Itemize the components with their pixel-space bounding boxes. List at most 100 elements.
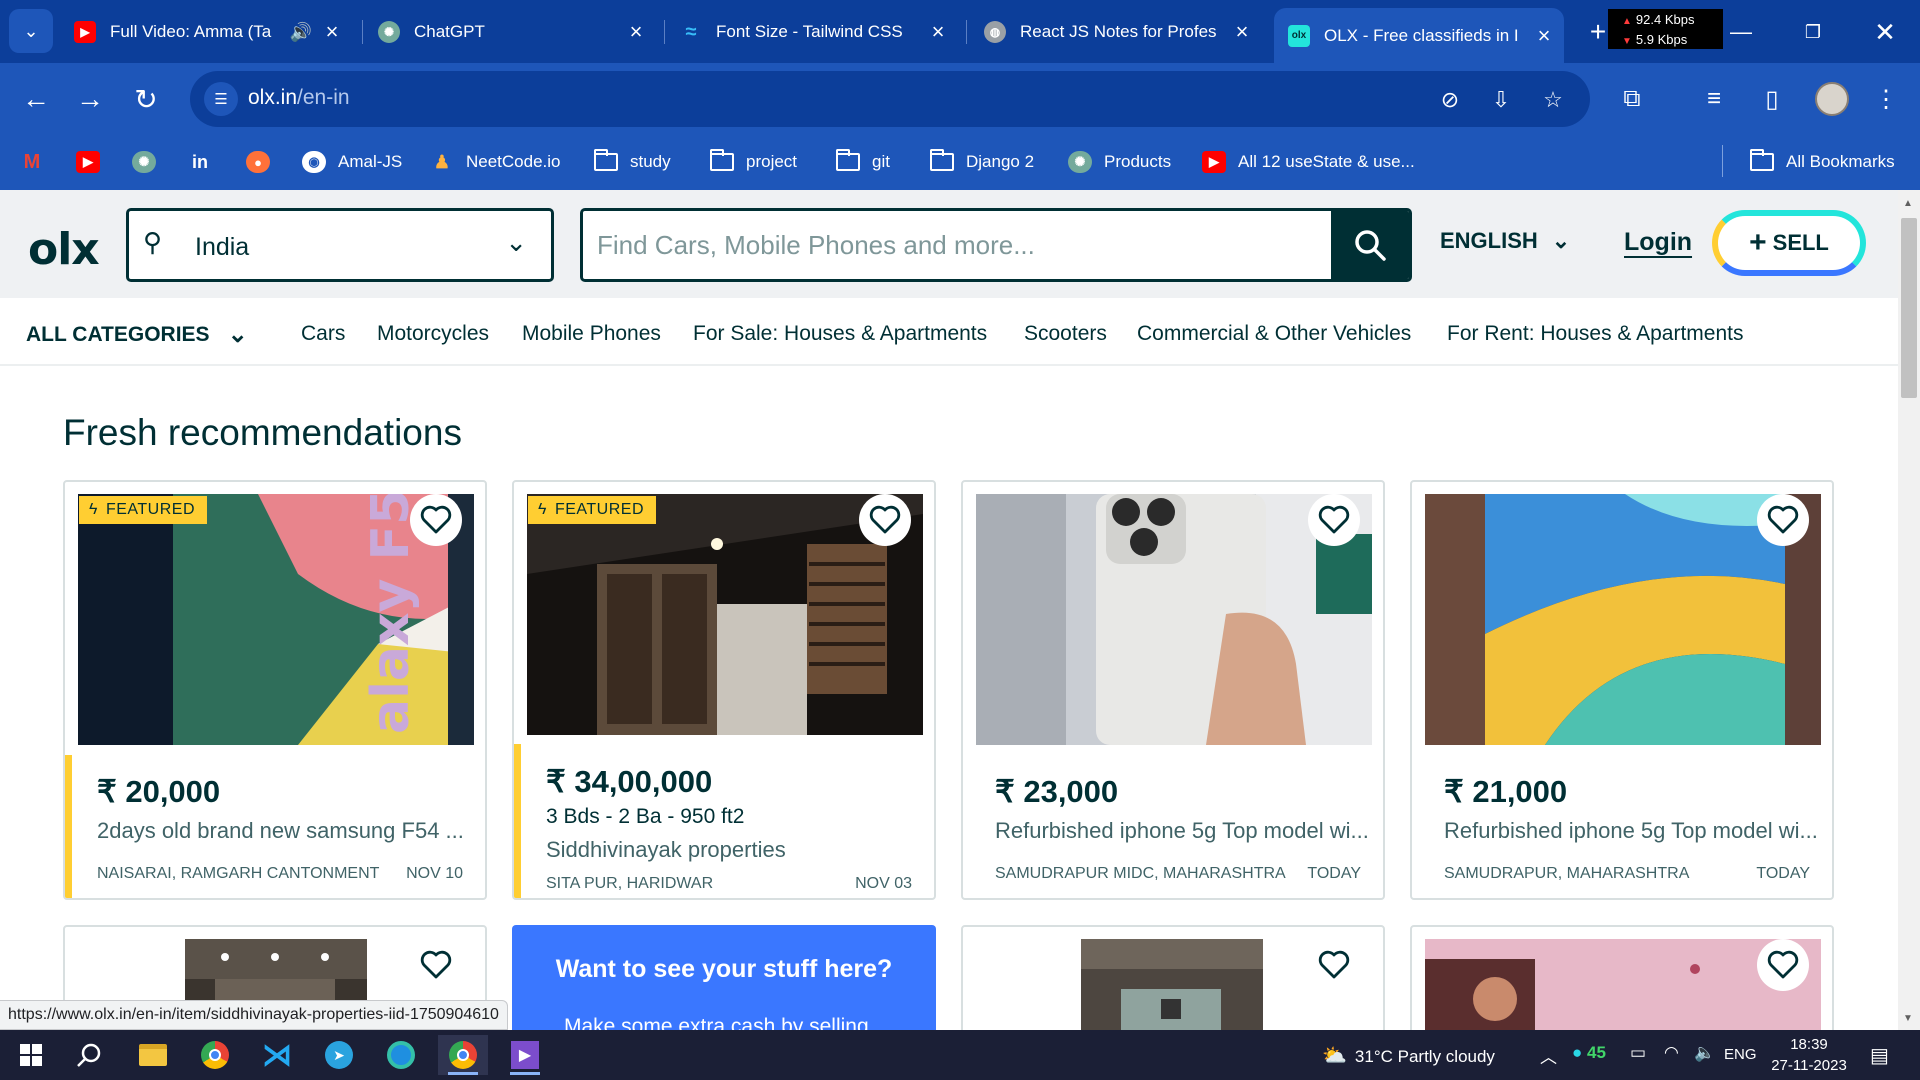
favorite-button[interactable] bbox=[859, 494, 911, 546]
bookmark-folder-project[interactable]: project bbox=[710, 145, 797, 179]
tray-app-indicator[interactable]: ● 45 bbox=[1572, 1043, 1606, 1063]
bookmark-star-icon[interactable]: ☆ bbox=[1538, 85, 1568, 115]
close-icon[interactable]: × bbox=[1230, 19, 1254, 45]
bookmark-folder-django[interactable]: Django 2 bbox=[930, 145, 1034, 179]
bookmark-youtube[interactable]: ▶ bbox=[76, 145, 112, 179]
profile-avatar[interactable] bbox=[1815, 82, 1849, 116]
page-scrollbar[interactable]: ▲ ▼ bbox=[1898, 190, 1920, 1030]
listing-specs: 3 Bds - 2 Ba - 950 ft2 bbox=[546, 805, 745, 828]
back-button[interactable]: ← bbox=[14, 77, 58, 121]
minimize-button[interactable]: — bbox=[1716, 10, 1766, 54]
volume-icon[interactable]: 🔈 bbox=[1694, 1043, 1715, 1063]
favorite-button[interactable] bbox=[1757, 494, 1809, 546]
file-explorer-app[interactable] bbox=[128, 1035, 178, 1075]
bookmark-neetcode[interactable]: ♟ NeetCode.io bbox=[430, 145, 561, 179]
heart-icon bbox=[1767, 505, 1799, 534]
battery-icon[interactable]: ▭ bbox=[1630, 1043, 1646, 1063]
notifications-icon[interactable]: ▤ bbox=[1870, 1043, 1889, 1068]
scroll-down-arrow-icon[interactable]: ▼ bbox=[1903, 1013, 1913, 1024]
forward-button[interactable]: → bbox=[68, 77, 112, 121]
listing-card[interactable] bbox=[961, 925, 1385, 1030]
category-link[interactable]: Mobile Phones bbox=[522, 322, 661, 346]
speaker-icon[interactable]: 🔊 bbox=[290, 22, 312, 43]
tab-tailwind[interactable]: ≈ Font Size - Tailwind CSS × bbox=[680, 10, 950, 54]
tab-olx[interactable]: olx OLX - Free classifieds in I × bbox=[1274, 8, 1564, 63]
input-language[interactable]: ENG bbox=[1724, 1046, 1757, 1063]
bookmark-linkedin[interactable]: in bbox=[188, 145, 224, 179]
tracking-protection-icon[interactable]: ⊘ bbox=[1435, 85, 1465, 115]
restore-button[interactable]: ❐ bbox=[1788, 10, 1838, 54]
show-hidden-icons-button[interactable]: ︿ bbox=[1540, 1043, 1557, 1068]
menu-kebab-icon[interactable]: ⋮ bbox=[1864, 77, 1908, 121]
bookmark-gmail[interactable]: M bbox=[20, 145, 56, 179]
listing-card[interactable]: ϟ FEATURED ₹ 34,00,000 3 Bds - 2 Ba - 950… bbox=[512, 480, 936, 900]
all-categories-dropdown[interactable]: ALL CATEGORIES ⌄ bbox=[26, 320, 248, 349]
sell-button[interactable]: + SELL bbox=[1712, 210, 1866, 276]
chrome-profile-app[interactable] bbox=[438, 1035, 488, 1075]
category-link[interactable]: Commercial & Other Vehicles bbox=[1137, 322, 1411, 346]
bookmark-folder-study[interactable]: study bbox=[594, 145, 671, 179]
lightning-icon: ϟ bbox=[89, 501, 98, 518]
close-icon[interactable]: × bbox=[926, 19, 950, 45]
taskbar-search-button[interactable] bbox=[64, 1035, 114, 1075]
url-text[interactable]: olx.in/en-in bbox=[248, 86, 350, 110]
start-button[interactable] bbox=[6, 1035, 56, 1075]
extensions-icon[interactable]: ⧉ bbox=[1610, 77, 1654, 121]
side-panel-icon[interactable]: ▯ bbox=[1750, 77, 1794, 121]
circle-status-icon: ● bbox=[1572, 1043, 1583, 1062]
favorite-button[interactable] bbox=[410, 939, 462, 991]
listing-card[interactable] bbox=[1410, 925, 1834, 1030]
search-input[interactable] bbox=[583, 211, 1333, 279]
scroll-up-arrow-icon[interactable]: ▲ bbox=[1903, 198, 1913, 209]
address-bar[interactable]: ☰ olx.in/en-in ⊘ ⇩ ☆ bbox=[190, 71, 1590, 127]
media-controls-icon[interactable]: ≡ bbox=[1692, 77, 1736, 121]
windows-taskbar: ⋊ ➤ ▶ ⛅ 31°C Partly cloudy ︿ ● 45 ▭ ◠ 🔈 E… bbox=[0, 1030, 1920, 1080]
tab-youtube-amma[interactable]: ▶ Full Video: Amma (Ta 🔊 × bbox=[74, 10, 344, 54]
chrome-app[interactable] bbox=[190, 1035, 240, 1075]
bookmark-amal-js[interactable]: ◉ Amal-JS bbox=[302, 145, 402, 179]
category-link[interactable]: For Sale: Houses & Apartments bbox=[693, 322, 987, 346]
bookmark-chatgpt[interactable]: ✺ bbox=[132, 145, 168, 179]
scrollbar-thumb[interactable] bbox=[1901, 218, 1917, 398]
favorite-button[interactable] bbox=[410, 494, 462, 546]
tab-chatgpt[interactable]: ✺ ChatGPT × bbox=[378, 10, 648, 54]
promo-banner[interactable]: Want to see your stuff here? Make some e… bbox=[512, 925, 936, 1030]
bookmark-usestate-video[interactable]: ▶ All 12 useState & use... bbox=[1202, 145, 1415, 179]
location-selector[interactable]: ⚲ India ⌄ bbox=[126, 208, 554, 282]
listing-card[interactable]: ₹ 21,000 Refurbished iphone 5g Top model… bbox=[1410, 480, 1834, 900]
weather-widget[interactable]: ⛅ 31°C Partly cloudy bbox=[1322, 1043, 1495, 1068]
close-icon[interactable]: × bbox=[624, 19, 648, 45]
bookmark-products[interactable]: ✺ Products bbox=[1068, 145, 1171, 179]
system-clock[interactable]: 18:39 27-11-2023 bbox=[1760, 1034, 1858, 1076]
listing-card[interactable]: alaxy F54 ϟ FEATURED ₹ 20,000 2days old b… bbox=[63, 480, 487, 900]
favorite-button[interactable] bbox=[1308, 939, 1360, 991]
close-window-button[interactable]: ✕ bbox=[1860, 10, 1910, 54]
telegram-app[interactable]: ➤ bbox=[314, 1035, 364, 1075]
bookmark-folder-git[interactable]: git bbox=[836, 145, 890, 179]
category-link[interactable]: For Rent: Houses & Apartments bbox=[1447, 322, 1743, 346]
tab-search-button[interactable]: ⌄ bbox=[9, 9, 53, 53]
login-link[interactable]: Login bbox=[1624, 228, 1692, 257]
search-button[interactable] bbox=[1331, 211, 1409, 279]
site-info-icon[interactable]: ☰ bbox=[204, 82, 238, 116]
reload-button[interactable]: ↻ bbox=[124, 77, 168, 121]
edge-app[interactable] bbox=[376, 1035, 426, 1075]
install-app-icon[interactable]: ⇩ bbox=[1486, 85, 1516, 115]
listing-card[interactable]: ₹ 23,000 Refurbished iphone 5g Top model… bbox=[961, 480, 1385, 900]
bookmark-firefox[interactable]: ● bbox=[246, 145, 282, 179]
category-link[interactable]: Motorcycles bbox=[377, 322, 489, 346]
all-bookmarks-button[interactable]: All Bookmarks bbox=[1750, 145, 1895, 179]
favorite-button[interactable] bbox=[1757, 939, 1809, 991]
language-selector[interactable]: ENGLISH ⌄ bbox=[1440, 228, 1570, 254]
close-icon[interactable]: × bbox=[320, 19, 344, 45]
category-link[interactable]: Scooters bbox=[1024, 322, 1107, 346]
chatgpt-icon: ✺ bbox=[1068, 151, 1092, 173]
olx-logo[interactable]: olx bbox=[28, 224, 100, 275]
visual-studio-app[interactable]: ▶ bbox=[500, 1035, 550, 1075]
category-link[interactable]: Cars bbox=[301, 322, 345, 346]
favorite-button[interactable] bbox=[1308, 494, 1360, 546]
wifi-icon[interactable]: ◠ bbox=[1664, 1043, 1679, 1063]
tab-react-notes[interactable]: ◍ React JS Notes for Profes × bbox=[984, 10, 1254, 54]
vscode-app[interactable]: ⋊ bbox=[252, 1035, 302, 1075]
close-icon[interactable]: × bbox=[1532, 23, 1556, 49]
